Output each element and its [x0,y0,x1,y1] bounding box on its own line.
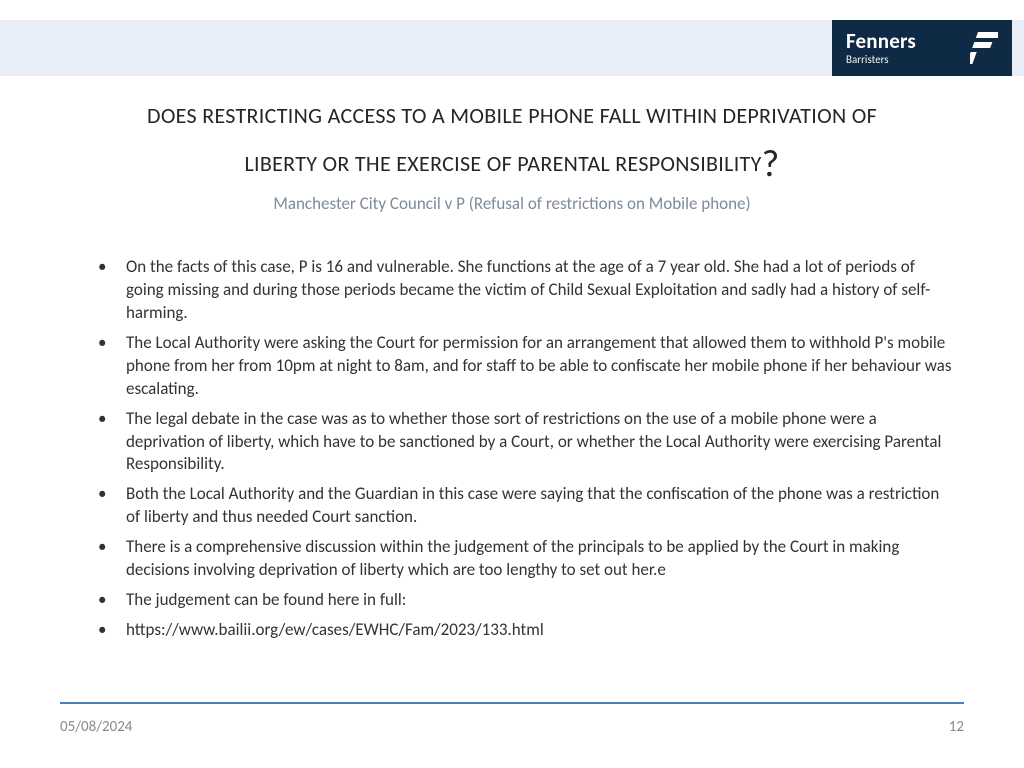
brand-text: Fenners Barristers [846,31,958,65]
slide-title: DOES RESTRICTING ACCESS TO A MOBILE PHON… [68,100,956,187]
list-item: There is a comprehensive discussion with… [98,536,956,582]
title-line2: LIBERTY OR THE EXERCISE OF PARENTAL RESP… [244,150,761,177]
list-item: The judgement can be found here in full: [98,589,956,612]
slide: Fenners Barristers DOES RESTRICTING ACCE… [0,0,1024,768]
footer-rule [60,702,964,704]
list-item: https://www.bailii.org/ew/cases/EWHC/Fam… [98,619,956,642]
bullet-list: On the facts of this case, P is 16 and v… [68,256,956,642]
brand-name: Fenners [846,31,958,52]
footer: 05/08/2024 12 [60,702,964,736]
title-question-mark: ? [762,141,780,187]
footer-date: 05/08/2024 [60,718,132,736]
list-item: The legal debate in the case was as to w… [98,408,956,477]
list-item: Both the Local Authority and the Guardia… [98,483,956,529]
content-area: DOES RESTRICTING ACCESS TO A MOBILE PHON… [0,100,1024,649]
brand-sub: Barristers [846,54,958,65]
title-line1: DOES RESTRICTING ACCESS TO A MOBILE PHON… [147,102,877,129]
list-item: On the facts of this case, P is 16 and v… [98,256,956,325]
footer-page-number: 12 [949,718,964,736]
slide-subtitle: Manchester City Council v P (Refusal of … [68,193,956,214]
footer-row: 05/08/2024 12 [60,718,964,736]
brand-box: Fenners Barristers [832,20,1012,76]
brand-logo-icon [970,32,998,64]
list-item: The Local Authority were asking the Cour… [98,332,956,401]
